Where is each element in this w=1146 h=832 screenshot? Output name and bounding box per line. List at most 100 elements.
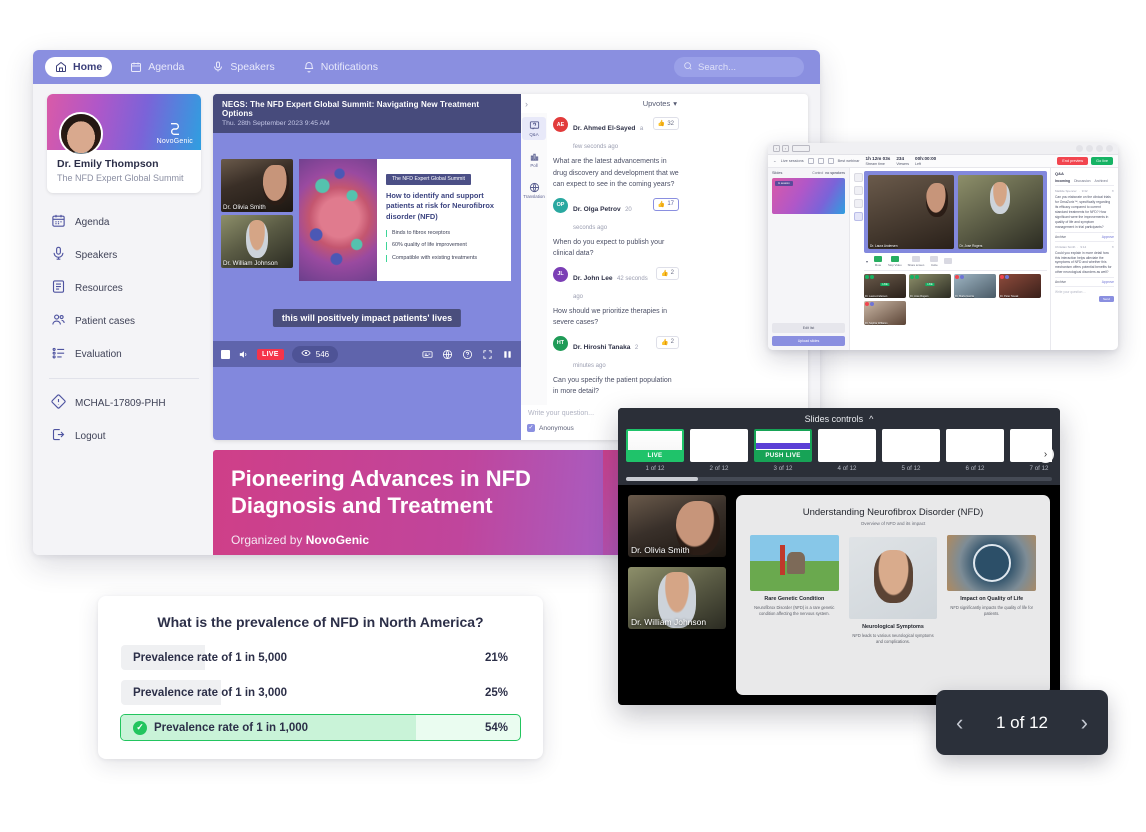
qa-sort-dropdown[interactable]: Upvotes ▾ xyxy=(643,99,677,108)
back-arrow-icon[interactable]: ← xyxy=(773,159,777,163)
end-preview-button[interactable]: End preview xyxy=(1057,157,1089,165)
sidebar-item-agenda[interactable]: Agenda xyxy=(47,207,201,237)
rail-tab-poll[interactable]: Poll xyxy=(522,148,546,171)
studio-qa-tab-incoming[interactable]: Incoming xyxy=(1055,179,1070,183)
studio-qa-input[interactable]: Write your question ... xyxy=(1055,290,1114,294)
nav-item-notifications[interactable]: Notifications xyxy=(293,57,388,77)
upvote-button[interactable]: 👍 17 xyxy=(652,197,679,211)
upvote-button[interactable]: 👍 32 xyxy=(652,117,679,130)
studio-thumb-tag: In session xyxy=(775,181,793,186)
rail-video-icon[interactable] xyxy=(854,186,863,195)
sidebar-item-resources[interactable]: Resources xyxy=(47,273,201,303)
approve-button[interactable]: Approve xyxy=(1102,280,1114,284)
next-slide-button[interactable]: › xyxy=(1081,711,1088,734)
sidebar-item-code[interactable]: MCHAL-17809-PHH xyxy=(47,388,201,418)
upvote-button[interactable]: 👍 2 xyxy=(656,266,679,280)
lock-icon[interactable] xyxy=(817,158,824,164)
presenter-camera-tile[interactable]: Dr. Olivia Smith xyxy=(628,495,726,557)
studio-camera-tile[interactable]: Dr. Jose Rogers xyxy=(957,175,1043,249)
tabs-icon[interactable] xyxy=(1096,145,1103,152)
slide-thumbnail[interactable]: PUSH LIVE 3 of 12 xyxy=(754,429,812,472)
invite-button[interactable]: Invite xyxy=(930,256,939,267)
grid-icon[interactable] xyxy=(807,158,814,164)
captions-icon[interactable] xyxy=(422,349,433,360)
presenter-camera-tile[interactable]: Dr. William Johnson xyxy=(628,567,726,629)
gear-icon[interactable] xyxy=(1076,145,1083,152)
anonymous-checkbox[interactable]: ✓ xyxy=(527,424,535,433)
slide-thumbnail[interactable]: LIVE 1 of 12 xyxy=(626,429,684,472)
fullscreen-icon[interactable] xyxy=(482,349,493,360)
rail-chat-icon[interactable] xyxy=(854,173,863,182)
studio-control-value[interactable]: no speakers xyxy=(825,171,845,175)
back-icon[interactable]: ‹ xyxy=(773,145,780,152)
help-icon[interactable] xyxy=(462,349,473,360)
add-tab-icon[interactable] xyxy=(1106,145,1113,152)
sidebar-item-speakers[interactable]: Speakers xyxy=(47,240,201,270)
stat-stream-time: 1h 12m 03s Stream time xyxy=(866,156,891,167)
studio-qa-send-button[interactable]: Send xyxy=(1098,296,1114,303)
scrollbar-thumb[interactable] xyxy=(626,477,698,481)
studio-qa-tab-archived[interactable]: Archived xyxy=(1094,179,1107,183)
rail-qa-icon[interactable] xyxy=(854,212,863,221)
studio-qa-time: 9:14 xyxy=(1080,244,1087,249)
logout-icon xyxy=(51,427,66,445)
globe-icon[interactable] xyxy=(442,349,453,360)
sidebar-item-evaluation[interactable]: Evaluation xyxy=(47,339,201,369)
go-live-button[interactable]: Go live xyxy=(1091,157,1113,165)
fullscreen-icon[interactable] xyxy=(944,258,953,265)
nav-item-agenda[interactable]: Agenda xyxy=(120,57,194,77)
external-link-icon[interactable] xyxy=(827,158,834,164)
archive-button[interactable]: Archive xyxy=(1055,235,1066,239)
share-screen-button[interactable]: Share screen xyxy=(908,256,924,267)
mute-button[interactable]: Mute xyxy=(874,256,883,267)
stop-icon[interactable] xyxy=(221,349,230,359)
search-input[interactable]: Search... xyxy=(674,57,804,77)
slides-controls-header[interactable]: Slides controls ^ xyxy=(626,414,1052,424)
chevron-down-icon[interactable]: ▾ xyxy=(866,259,868,264)
studio-qa-tab-discussion[interactable]: Discussion xyxy=(1074,179,1090,183)
presenter-column-heading: Impact on Quality of Life xyxy=(960,596,1024,602)
approve-button[interactable]: Approve xyxy=(1102,235,1114,239)
forward-icon[interactable]: › xyxy=(782,145,789,152)
player-camera-tile[interactable]: Dr. William Johnson xyxy=(221,215,293,268)
sidebar-item-patient-cases[interactable]: Patient cases xyxy=(47,306,201,336)
nav-item-speakers[interactable]: Speakers xyxy=(202,57,284,77)
archive-button[interactable]: Archive xyxy=(1055,280,1066,284)
rail-layout-icon[interactable] xyxy=(854,199,863,208)
poll-option-correct[interactable]: ✓ Prevalence rate of 1 in 1,000 54% xyxy=(120,714,521,741)
sidebar-item-logout[interactable]: Logout xyxy=(47,421,201,451)
rail-tab-translation[interactable]: Translation xyxy=(522,179,546,202)
participant-tile[interactable]: LIVE Dr. Jose Rogers xyxy=(909,274,951,298)
prev-slide-button[interactable]: ‹ xyxy=(956,711,963,734)
slide-thumbnail[interactable]: 6 of 12 xyxy=(946,429,1004,472)
share-icon[interactable] xyxy=(1086,145,1093,152)
upload-slides-button[interactable]: Upload slides xyxy=(772,336,845,346)
collapse-icon[interactable]: › xyxy=(525,99,528,109)
edit-list-button[interactable]: Edit list xyxy=(772,323,845,333)
poll-option[interactable]: Prevalence rate of 1 in 5,000 21% xyxy=(120,644,521,671)
volume-icon[interactable] xyxy=(238,349,249,360)
next-slide-arrow-icon[interactable]: › xyxy=(1037,446,1054,463)
layout-icon[interactable] xyxy=(502,349,513,360)
rail-tab-qa[interactable]: Q&A xyxy=(522,117,546,140)
thumbnail-scrollbar[interactable] xyxy=(626,477,1052,481)
presenter-column-text: Neurofibrox Disorder (NFD) is a rare gen… xyxy=(754,605,835,616)
participant-tile[interactable]: Dr. Sophia Williams xyxy=(864,301,906,325)
nav-item-home[interactable]: Home xyxy=(45,57,113,77)
slide-thumbnail[interactable]: 5 of 12 xyxy=(882,429,940,472)
studio-slide-thumb[interactable]: In session xyxy=(772,178,845,214)
slide-thumbnail[interactable]: 4 of 12 xyxy=(818,429,876,472)
participant-tile[interactable]: Dr. Peter Novak xyxy=(999,274,1041,298)
stop-video-button[interactable]: Stop Video xyxy=(888,256,902,267)
upvote-button[interactable]: 👍 2 xyxy=(656,335,679,349)
address-bar[interactable] xyxy=(792,145,810,152)
participant-tile[interactable]: Dr. Maria Garcia xyxy=(954,274,996,298)
poll-option-percent: 54% xyxy=(484,721,508,734)
close-icon[interactable]: ✕ xyxy=(1111,189,1114,193)
slide-thumbnail[interactable]: 2 of 12 xyxy=(690,429,748,472)
close-icon[interactable]: ✕ xyxy=(1111,245,1114,249)
player-camera-tile[interactable]: Dr. Olivia Smith xyxy=(221,159,293,212)
participant-tile[interactable]: LIVE Dr. Laura Andersen xyxy=(864,274,906,298)
studio-camera-tile[interactable]: Dr. Laura Andersen xyxy=(868,175,954,249)
poll-option[interactable]: Prevalence rate of 1 in 3,000 25% xyxy=(120,679,521,706)
